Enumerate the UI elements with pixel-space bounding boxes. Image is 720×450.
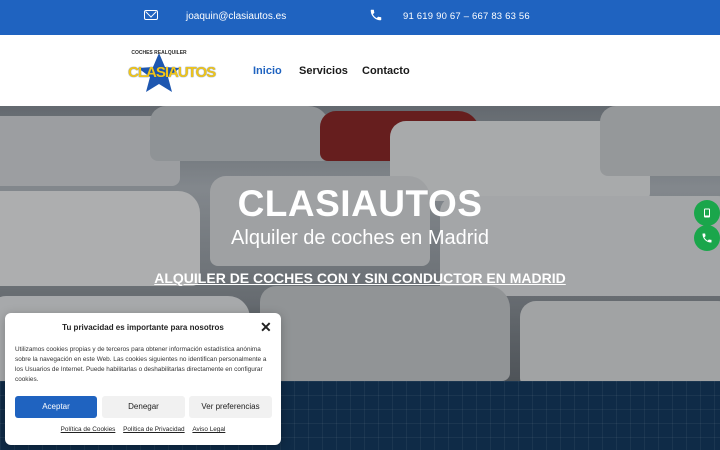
cookie-consent-dialog: Tu privacidad es importante para nosotro… [5, 313, 281, 445]
cookie-body-text: Utilizamos cookies propias y de terceros… [15, 346, 267, 383]
legal-notice-link[interactable]: Aviso Legal [192, 426, 225, 433]
accept-cookies-button[interactable]: Aceptar [15, 396, 97, 418]
privacy-policy-link[interactable]: Política de Privacidad [123, 426, 184, 433]
hero-cta-link[interactable]: ALQUILER DE COCHES CON Y SIN CONDUCTOR E… [0, 270, 720, 286]
cookie-title: Tu privacidad es importante para nosotro… [62, 323, 224, 332]
envelope-icon [144, 10, 158, 20]
email-link[interactable]: joaquin@clasiautos.es [186, 11, 286, 22]
site-logo[interactable]: COCHES REALQUILER CLASIAUTOS [128, 47, 216, 95]
deny-cookies-button[interactable]: Denegar [102, 396, 185, 418]
cookie-policy-link[interactable]: Política de Cookies [61, 426, 116, 433]
call-button[interactable] [694, 225, 720, 251]
nav-item-servicios[interactable]: Servicios [299, 65, 348, 77]
whatsapp-button[interactable] [694, 200, 720, 226]
whatsapp-icon [704, 208, 710, 218]
nav-item-inicio[interactable]: Inicio [253, 65, 282, 77]
hero-title: CLASIAUTOS [237, 183, 483, 224]
close-icon[interactable]: ✕ [260, 319, 272, 336]
phone-icon [702, 233, 712, 243]
top-bar: joaquin@clasiautos.es 91 619 90 67 – 667… [0, 0, 720, 35]
site-header: COCHES REALQUILER CLASIAUTOS Inicio Serv… [0, 35, 720, 106]
cookie-preferences-button[interactable]: Ver preferencias [189, 396, 272, 418]
nav-item-contacto[interactable]: Contacto [362, 65, 410, 77]
logo-tagline: COCHES REALQUILER [131, 50, 187, 56]
phone-numbers[interactable]: 91 619 90 67 – 667 83 63 56 [403, 11, 530, 22]
phone-icon [370, 9, 382, 21]
cookie-policy-links: Política de Cookies Política de Privacid… [5, 426, 281, 433]
logo-wordmark: CLASIAUTOS [128, 64, 216, 81]
hero-subtitle: Alquiler de coches en Madrid [231, 227, 489, 249]
